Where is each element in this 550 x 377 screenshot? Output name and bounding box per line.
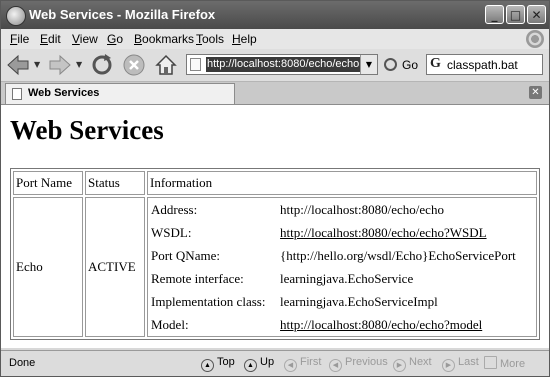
info-row-address: Address: http://localhost:8080/echo/echo: [148, 198, 536, 221]
info-row-remote-interface: Remote interface: learningjava.EchoServi…: [148, 267, 536, 290]
menu-bookmarks[interactable]: Bookmarks: [134, 32, 194, 46]
home-icon[interactable]: [153, 52, 179, 78]
page-icon: [190, 58, 201, 71]
information-table: Address: http://localhost:8080/echo/echo…: [148, 198, 536, 336]
close-window-button[interactable]: ✕: [527, 5, 546, 24]
status-bar: Done ▲ Top ▲ Up ◀ First ◀ Previous ▶ Next ▶ La…: [1, 350, 549, 376]
info-label: Implementation class:: [151, 293, 266, 309]
title-bar: Web Services - Mozilla Firefox _ □ ✕: [1, 1, 549, 29]
address-value: http://localhost:8080/echo/echo: [280, 201, 444, 217]
folder-icon: [484, 356, 497, 369]
services-table: Port Name Status Information Echo ACTIVE…: [10, 168, 540, 340]
info-row-implementation-class: Implementation class: learningjava.EchoS…: [148, 290, 536, 313]
wsdl-link[interactable]: http://localhost:8080/echo/echo?WSDL: [280, 225, 487, 240]
tab-label: Web Services: [28, 87, 100, 99]
port-qname-value: {http://hello.org/wsdl/Echo}EchoServiceP…: [280, 247, 516, 263]
first-icon: ◀: [284, 359, 297, 372]
browser-window: Web Services - Mozilla Firefox _ □ ✕ Fil…: [0, 0, 550, 377]
status-cell: ACTIVE: [85, 197, 145, 337]
info-row-model: Model: http://localhost:8080/echo/echo?m…: [148, 313, 536, 336]
search-text[interactable]: classpath.bat: [447, 58, 518, 72]
page-title: Web Services: [10, 115, 164, 145]
implementation-class-value: learningjava.EchoServiceImpl: [280, 293, 438, 309]
top-icon: ▲: [201, 359, 214, 372]
go-icon[interactable]: [384, 58, 397, 71]
column-header-information: Information: [147, 171, 537, 195]
tab-web-services[interactable]: Web Services: [5, 83, 235, 104]
top-label: Top: [217, 356, 235, 368]
throbber-icon: [526, 30, 544, 48]
last-icon: ▶: [442, 359, 455, 372]
back-arrow-icon[interactable]: [5, 52, 31, 78]
google-search-icon[interactable]: G: [430, 56, 441, 72]
stop-icon[interactable]: [121, 52, 147, 78]
remote-interface-value: learningjava.EchoService: [280, 270, 414, 286]
first-label: First: [300, 356, 322, 368]
info-row-wsdl: WSDL: http://localhost:8080/echo/echo?WS…: [148, 221, 536, 244]
reload-icon[interactable]: [89, 52, 115, 78]
navigation-toolbar: ▼ ▼ http://localhost:8080/echo/echo ▼ Go…: [1, 49, 549, 82]
last-button[interactable]: ▶ Last: [442, 356, 479, 372]
up-button[interactable]: ▲ Up: [244, 356, 274, 372]
menu-tools[interactable]: Tools: [196, 32, 224, 46]
info-label: Address:: [151, 201, 198, 217]
page-content: Web Services Port Name Status Informatio…: [1, 105, 549, 348]
menu-edit[interactable]: Edit: [40, 32, 61, 46]
top-button[interactable]: ▲ Top: [201, 356, 235, 372]
menu-file[interactable]: File: [10, 32, 29, 46]
url-field[interactable]: http://localhost:8080/echo/echo ▼: [186, 54, 378, 75]
column-header-port-name: Port Name: [13, 171, 83, 195]
port-name-cell: Echo: [13, 197, 83, 337]
info-label: Model:: [151, 316, 189, 332]
url-dropdown-icon[interactable]: ▼: [360, 55, 377, 74]
up-icon: ▲: [244, 359, 257, 372]
previous-button[interactable]: ◀ Previous: [329, 356, 388, 372]
up-label: Up: [260, 356, 275, 368]
next-icon: ▶: [393, 359, 406, 372]
more-label: More: [500, 358, 526, 370]
table-row: Echo ACTIVE Address: http://localhost:80…: [13, 197, 537, 337]
information-cell: Address: http://localhost:8080/echo/echo…: [147, 197, 537, 337]
forward-dropdown-icon[interactable]: ▼: [76, 61, 82, 69]
more-button[interactable]: More: [484, 356, 525, 370]
back-dropdown-icon[interactable]: ▼: [34, 61, 40, 69]
first-button[interactable]: ◀ First: [284, 356, 321, 372]
minimize-button[interactable]: _: [485, 5, 504, 24]
previous-label: Previous: [345, 356, 388, 368]
window-title: Web Services - Mozilla Firefox: [29, 7, 216, 22]
next-label: Next: [409, 356, 432, 368]
info-label: WSDL:: [151, 224, 192, 240]
next-button[interactable]: ▶ Next: [393, 356, 432, 372]
maximize-button[interactable]: □: [506, 5, 525, 24]
previous-icon: ◀: [329, 359, 342, 372]
column-header-status: Status: [85, 171, 145, 195]
menu-bar: File Edit View Go Bookmarks Tools Help: [1, 29, 549, 49]
last-label: Last: [458, 356, 479, 368]
firefox-icon: [6, 6, 26, 26]
model-link[interactable]: http://localhost:8080/echo/echo?model: [280, 317, 482, 332]
info-label: Port QName:: [151, 247, 220, 263]
close-tab-icon[interactable]: ✕: [529, 86, 542, 99]
info-row-port-qname: Port QName: {http://hello.org/wsdl/Echo}…: [148, 244, 536, 267]
tab-strip: Web Services ✕: [1, 82, 549, 105]
forward-arrow-icon[interactable]: [47, 52, 73, 78]
table-header-row: Port Name Status Information: [13, 171, 537, 195]
info-label: Remote interface:: [151, 270, 244, 286]
menu-help[interactable]: Help: [232, 32, 257, 46]
go-button-label[interactable]: Go: [402, 58, 418, 72]
menu-go[interactable]: Go: [107, 32, 123, 46]
search-field[interactable]: G classpath.bat: [426, 54, 543, 75]
menu-view[interactable]: View: [72, 32, 98, 46]
status-text: Done: [9, 357, 36, 369]
url-text[interactable]: http://localhost:8080/echo/echo: [206, 57, 361, 72]
page-icon: [12, 88, 22, 100]
